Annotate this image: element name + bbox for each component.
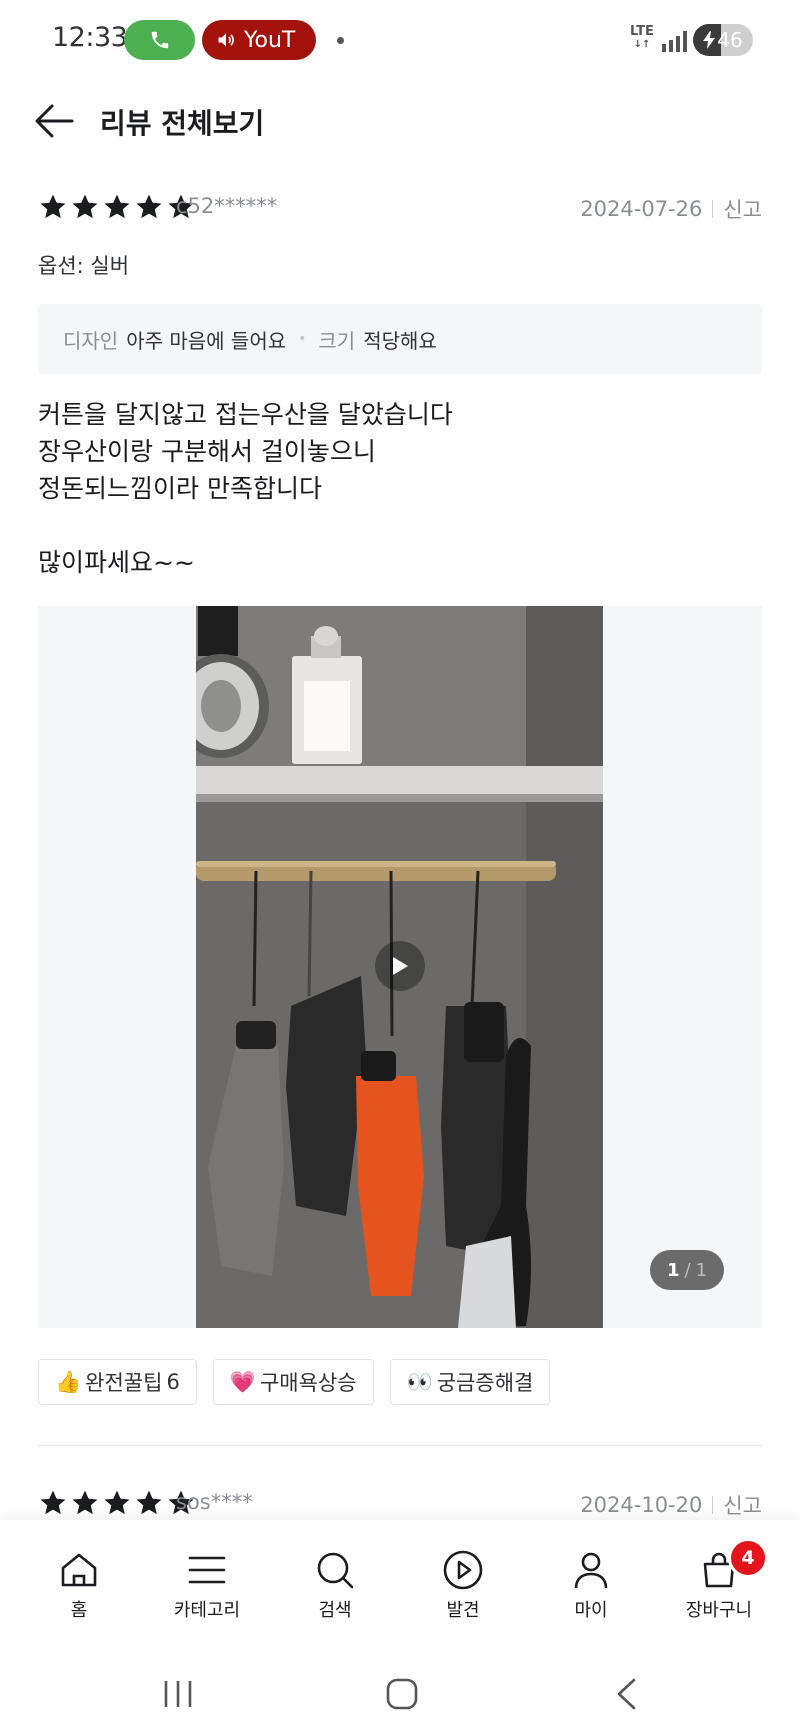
reaction-label: 궁금증해결 xyxy=(436,1371,534,1395)
review-line: 많이파세요~~ xyxy=(38,548,195,577)
nav-label: 마이 xyxy=(574,1600,608,1621)
meta-divider xyxy=(712,200,714,218)
user-icon xyxy=(574,1552,608,1589)
reaction-tip-button[interactable]: 👍 완전꿀팁 6 xyxy=(38,1359,197,1405)
recent-apps-icon xyxy=(164,1681,192,1707)
nav-label: 홈 xyxy=(70,1600,88,1621)
nav-home[interactable]: 홈 xyxy=(24,1548,134,1622)
attribute-key: 디자인 xyxy=(63,328,119,353)
eyes-icon: 👀 xyxy=(406,1369,433,1394)
media-current: 1 xyxy=(666,1259,680,1281)
recent-apps-button[interactable] xyxy=(148,1672,208,1716)
reaction-want-button[interactable]: 💗 구매욕상승 xyxy=(212,1359,374,1405)
status-time: 12:33 xyxy=(52,22,128,53)
media-total: 1 xyxy=(695,1259,708,1281)
attribute-value: 아주 마음에 들어요 xyxy=(126,328,287,353)
play-icon xyxy=(393,957,408,975)
page-title: 리뷰 전체보기 xyxy=(100,107,265,140)
heart-icon: 💗 xyxy=(229,1369,256,1394)
notification-dot xyxy=(337,37,344,44)
speaker-icon xyxy=(218,33,234,47)
review-meta: c52****** 2024-07-26 신고 xyxy=(38,190,762,226)
system-navigation-bar xyxy=(0,1654,800,1734)
nav-discover[interactable]: 발견 xyxy=(408,1548,518,1622)
star-icon xyxy=(72,194,98,219)
review-media[interactable]: 1 / 1 xyxy=(38,606,762,1328)
phone-icon xyxy=(151,31,168,49)
home-button[interactable] xyxy=(372,1672,432,1716)
reaction-count: 6 xyxy=(166,1370,180,1394)
reviewer-id: c52****** xyxy=(176,194,278,218)
nav-search[interactable]: 검색 xyxy=(280,1548,390,1622)
star-icon xyxy=(40,194,66,219)
nav-label: 발견 xyxy=(446,1600,480,1621)
charging-bolt-icon xyxy=(703,31,716,49)
review-line: 장우산이랑 구분해서 걸이놓으니 xyxy=(38,437,376,466)
attribute-key: 크기 xyxy=(318,328,356,353)
reviewer-id: sos**** xyxy=(176,1490,253,1514)
review-line: 정돈되느낌이라 만족합니다 xyxy=(38,474,322,503)
star-rating xyxy=(38,1488,196,1518)
reaction-label: 구매욕상승 xyxy=(259,1371,357,1395)
media-counter: 1 / 1 xyxy=(650,1250,724,1290)
media-separator: / xyxy=(684,1259,691,1281)
nav-label: 검색 xyxy=(318,1600,352,1621)
back-button[interactable] xyxy=(30,96,80,146)
page-header: 리뷰 전체보기 xyxy=(0,82,800,162)
nav-my[interactable]: 마이 xyxy=(536,1548,646,1622)
meta-divider xyxy=(712,1496,714,1514)
review-body: 커튼을 달지않고 접는우산을 달았습니다 장우산이랑 구분해서 걸이놓으니 정돈… xyxy=(38,396,762,581)
arrow-left-icon xyxy=(35,104,74,138)
review-date: 2024-10-20 xyxy=(580,1493,703,1517)
network-type: LTE ↓↑ xyxy=(630,24,654,50)
thumbs-up-icon: 👍 xyxy=(55,1369,82,1394)
reaction-curious-button[interactable]: 👀 궁금증해결 xyxy=(389,1359,551,1405)
home-square-icon xyxy=(386,1678,418,1710)
play-button[interactable] xyxy=(375,941,425,991)
menu-icon xyxy=(188,1556,226,1584)
star-icon xyxy=(40,1490,66,1515)
battery-icon: 46 xyxy=(693,24,753,56)
star-icon xyxy=(104,1490,130,1515)
star-icon xyxy=(72,1490,98,1515)
reaction-label: 완전꿀팁 xyxy=(85,1371,163,1395)
review-meta: sos**** 2024-10-20 신고 xyxy=(38,1486,762,1522)
review-line xyxy=(38,507,762,544)
reaction-buttons: 👍 완전꿀팁 6 💗 구매욕상승 👀 궁금증해결 xyxy=(38,1359,551,1405)
status-bar: 12:33 YouT LTE ↓↑ 46 xyxy=(0,0,800,82)
nav-label: 카테고리 xyxy=(173,1600,241,1621)
call-indicator[interactable] xyxy=(124,20,195,60)
review-divider xyxy=(38,1445,762,1446)
cart-count-badge: 4 xyxy=(728,1538,768,1578)
purchase-option: 옵션: 실버 xyxy=(38,254,130,278)
review-line: 커튼을 달지않고 접는우산을 달았습니다 xyxy=(38,400,453,429)
nav-category[interactable]: 카테고리 xyxy=(152,1548,262,1622)
star-rating xyxy=(38,192,196,222)
report-button[interactable]: 신고 xyxy=(723,194,762,224)
signal-icon xyxy=(662,30,687,52)
bottom-navigation: 홈 카테고리 검색 발견 마이 장바구니 4 xyxy=(0,1520,800,1654)
nav-cart[interactable]: 장바구니 4 xyxy=(664,1538,774,1622)
battery-percent: 46 xyxy=(717,28,743,52)
review-attributes: 디자인 아주 마음에 들어요 • 크기 적당해요 xyxy=(38,304,762,374)
report-button[interactable]: 신고 xyxy=(723,1490,762,1520)
youtube-audio-indicator[interactable]: YouT xyxy=(202,20,316,60)
chevron-left-icon xyxy=(617,1678,636,1710)
star-icon xyxy=(136,1490,162,1515)
home-icon xyxy=(61,1553,97,1587)
system-back-button[interactable] xyxy=(596,1672,656,1716)
youtube-label: YouT xyxy=(244,27,296,53)
nav-label: 장바구니 xyxy=(685,1600,753,1621)
star-icon xyxy=(104,194,130,219)
review-date: 2024-07-26 xyxy=(580,197,703,221)
search-icon xyxy=(317,1552,354,1589)
play-circle-icon xyxy=(443,1550,483,1590)
star-icon xyxy=(136,194,162,219)
attribute-value: 적당해요 xyxy=(363,328,437,353)
attribute-separator: • xyxy=(298,331,307,347)
